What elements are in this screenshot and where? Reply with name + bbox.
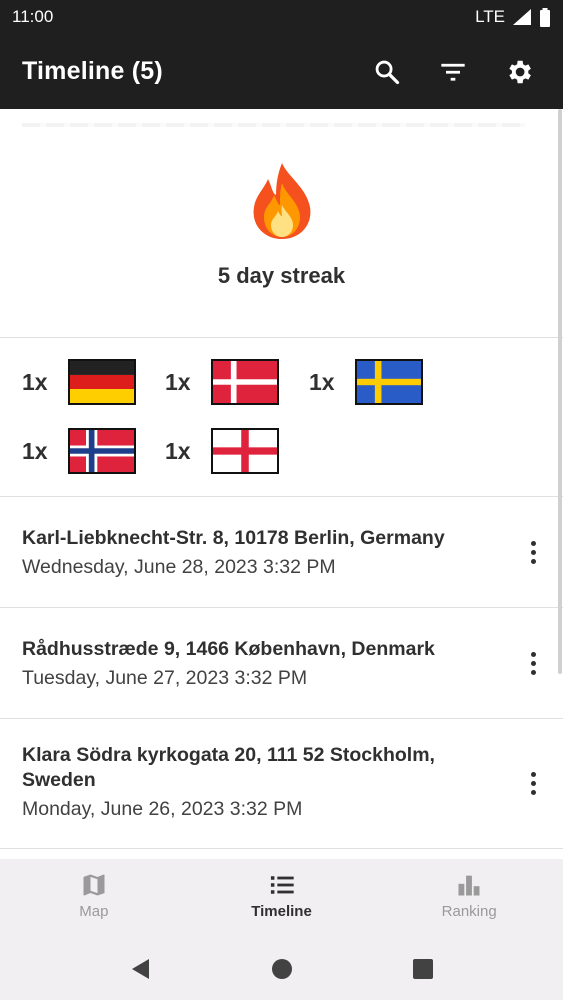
item-date: Tuesday, June 27, 2023 3:32 PM <box>22 667 308 689</box>
nav-label: Map <box>79 903 109 920</box>
streak-card: 5 day streak <box>0 109 563 338</box>
item-address: Karl-Liebknecht-Str. 8, 10178 Berlin, Ge… <box>22 527 445 549</box>
country-flags: 1x 1x 1x 1x 1x <box>0 338 563 497</box>
settings-icon <box>509 60 531 83</box>
flag-sweden-icon <box>355 359 423 405</box>
nav-item-timeline[interactable]: Timeline <box>188 859 376 937</box>
signal-icon <box>513 9 531 25</box>
flag-count: 1x <box>165 437 191 464</box>
home-icon[interactable] <box>270 957 294 981</box>
item-date: Monday, June 26, 2023 3:32 PM <box>22 798 303 820</box>
item-address: Rådhusstræde 9, 1466 København, Denmark <box>22 638 435 660</box>
search-icon <box>375 60 400 84</box>
filter-icon <box>441 63 465 81</box>
status-icons: LTE <box>475 7 551 27</box>
page-title: Timeline (5) <box>22 57 163 85</box>
network-type: LTE <box>475 7 505 26</box>
nav-item-map[interactable]: Map <box>0 859 188 937</box>
map-icon <box>83 874 105 896</box>
more-options-button[interactable] <box>521 764 545 804</box>
flag-count: 1x <box>22 368 48 395</box>
item-address: Klara Södra kyrkogata 20, 111 52 Stockho… <box>22 744 435 791</box>
more-vert-icon-dot <box>530 669 536 675</box>
more-vert-icon-dot <box>530 790 536 795</box>
nav-label: Timeline <box>251 903 312 920</box>
more-options-button[interactable] <box>521 643 545 683</box>
more-vert-icon <box>530 651 536 657</box>
flag-entry-sweden: 1x <box>309 359 423 405</box>
system-navigation <box>0 937 563 1000</box>
status-bar: 11:00 LTE <box>0 0 563 34</box>
nav-label: Ranking <box>441 903 497 920</box>
settings-button[interactable] <box>497 50 541 94</box>
bottom-navigation: Map Timeline Ranking <box>0 859 563 937</box>
app-bar: Timeline (5) <box>0 34 563 109</box>
more-vert-icon <box>530 772 536 777</box>
filter-button[interactable] <box>431 50 475 94</box>
timeline-item[interactable]: Klara Södra kyrkogata 20, 111 52 Stockho… <box>0 719 563 849</box>
flag-count: 1x <box>309 368 335 395</box>
flag-entry-norway: 1x <box>22 428 136 474</box>
more-vert-icon-dot <box>530 549 536 555</box>
flag-england-icon <box>211 428 279 474</box>
flag-entry-germany: 1x <box>22 359 136 405</box>
back-icon[interactable] <box>129 957 153 981</box>
status-time: 11:00 <box>12 7 54 26</box>
item-date: Wednesday, June 28, 2023 3:32 PM <box>22 556 336 578</box>
bar-chart-icon <box>458 875 480 896</box>
more-vert-icon-dot <box>530 660 536 666</box>
nav-item-ranking[interactable]: Ranking <box>375 859 563 937</box>
timeline-content[interactable]: 5 day streak 1x 1x 1x 1x 1x Karl-Liebkne… <box>0 109 563 859</box>
timeline-item[interactable]: Rådhusstræde 9, 1466 København, Denmark … <box>0 608 563 719</box>
flag-norway-icon <box>68 428 136 474</box>
flag-count: 1x <box>165 368 191 395</box>
pull-indicator <box>22 123 525 127</box>
search-button[interactable] <box>365 50 409 94</box>
flag-entry-denmark: 1x <box>165 359 279 405</box>
more-vert-icon <box>530 540 536 546</box>
flag-denmark-icon <box>211 359 279 405</box>
flag-germany-icon <box>68 359 136 405</box>
app-bar-actions <box>365 50 541 94</box>
list-icon <box>270 876 294 894</box>
flag-entry-england: 1x <box>165 428 279 474</box>
battery-icon <box>540 7 550 27</box>
recents-icon[interactable] <box>411 957 435 981</box>
more-vert-icon-dot <box>530 781 536 786</box>
timeline-item[interactable]: Karl-Liebknecht-Str. 8, 10178 Berlin, Ge… <box>0 497 563 608</box>
streak-text: 5 day streak <box>217 263 346 288</box>
flag-count: 1x <box>22 437 48 464</box>
scrollbar[interactable] <box>558 109 562 674</box>
more-vert-icon-dot <box>530 558 536 564</box>
fire-icon <box>253 163 310 239</box>
more-options-button[interactable] <box>521 532 545 572</box>
